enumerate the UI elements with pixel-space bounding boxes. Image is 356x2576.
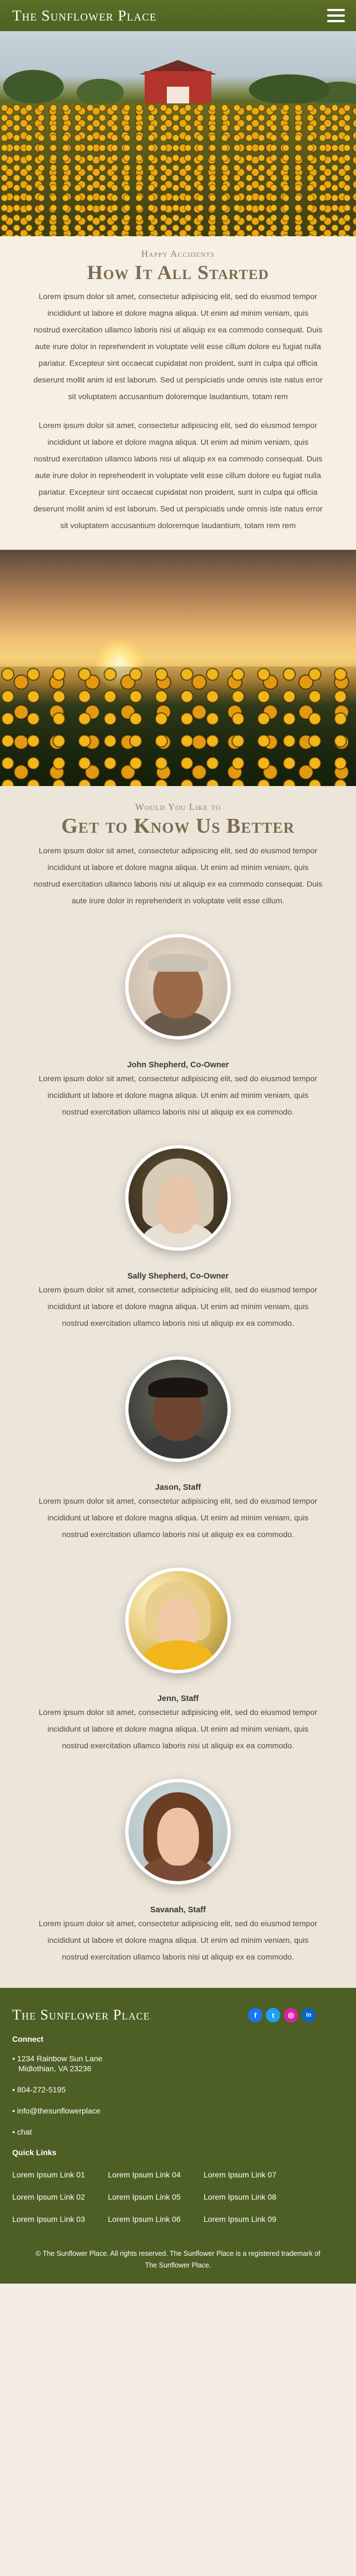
team-section: Would You Like to Get to Know Us Better … — [0, 786, 356, 1988]
quick-link[interactable]: Lorem Ipsum Link 05 — [108, 2192, 204, 2201]
site-header: The Sunflower Place — [0, 0, 356, 31]
origin-story-section: Happy Accidents How It All Started Lorem… — [0, 236, 356, 550]
site-title[interactable]: The Sunflower Place — [12, 7, 157, 24]
member-name: Sally Shepherd, Co-Owner — [127, 1272, 229, 1281]
member-bio: Lorem ipsum dolor sit amet, consectetur … — [38, 1075, 318, 1117]
quick-link[interactable]: Lorem Ipsum Link 07 — [204, 2170, 299, 2179]
story-paragraph: Lorem ipsum dolor sit amet, consectetur … — [33, 421, 323, 530]
contact-list: • 1234 Rainbow Sun Lane Midlothian, VA 23… — [12, 2053, 344, 2137]
team-member: Sally Shepherd, Co-Owner Lorem ipsum dol… — [33, 1145, 323, 1332]
twitter-icon[interactable]: t — [266, 2008, 280, 2022]
quick-link[interactable]: Lorem Ipsum Link 08 — [204, 2192, 299, 2201]
member-bio: Lorem ipsum dolor sit amet, consectetur … — [38, 1708, 318, 1751]
quick-links-heading: Quick Links — [12, 2148, 57, 2157]
hamburger-icon[interactable] — [327, 9, 345, 22]
avatar — [125, 1145, 231, 1251]
member-name: Jason, Staff — [155, 1483, 201, 1492]
member-bio: Lorem ipsum dolor sit amet, consectetur … — [38, 1919, 318, 1962]
section-heading: How It All Started — [87, 261, 269, 284]
quick-link[interactable]: Lorem Ipsum Link 02 — [12, 2192, 108, 2201]
quick-link[interactable]: Lorem Ipsum Link 01 — [12, 2170, 108, 2179]
team-intro: Lorem ipsum dolor sit amet, consectetur … — [33, 847, 323, 906]
linkedin-icon[interactable]: in — [301, 2008, 316, 2022]
facebook-icon[interactable]: f — [248, 2008, 263, 2022]
quick-links: Lorem Ipsum Link 01 Lorem Ipsum Link 04 … — [12, 2170, 344, 2224]
connect-heading: Connect — [12, 2035, 43, 2043]
address: • 1234 Rainbow Sun Lane Midlothian, VA 23… — [12, 2053, 344, 2073]
team-member: John Shepherd, Co-Owner Lorem ipsum dolo… — [33, 934, 323, 1121]
site-footer: The Sunflower Place f t ◎ in Connect • 1… — [0, 1988, 356, 2284]
story-paragraph: Lorem ipsum dolor sit amet, consectetur … — [33, 292, 323, 401]
email: • info@thesunflowerplace — [12, 2106, 101, 2115]
quick-link[interactable]: Lorem Ipsum Link 09 — [204, 2215, 299, 2224]
team-member: Jason, Staff Lorem ipsum dolor sit amet,… — [33, 1356, 323, 1543]
email-link[interactable]: info@thesunflowerplace — [17, 2106, 101, 2115]
footer-logo[interactable]: The Sunflower Place — [12, 2007, 150, 2023]
instagram-icon[interactable]: ◎ — [284, 2008, 298, 2022]
member-name: Savanah, Staff — [150, 1906, 206, 1914]
quick-link[interactable]: Lorem Ipsum Link 04 — [108, 2170, 204, 2179]
sunset-sunflower-image — [0, 550, 356, 786]
quick-link[interactable]: Lorem Ipsum Link 03 — [12, 2215, 108, 2224]
team-member: Jenn, Staff Lorem ipsum dolor sit amet, … — [33, 1568, 323, 1754]
section-eyebrow: Happy Accidents — [141, 248, 215, 259]
social-links: f t ◎ in — [248, 2008, 316, 2022]
phone-link[interactable]: 804-272-5195 — [17, 2085, 66, 2094]
member-name: Jenn, Staff — [157, 1694, 199, 1703]
member-name: John Shepherd, Co-Owner — [127, 1061, 229, 1070]
address-line-1: 1234 Rainbow Sun Lane — [17, 2054, 103, 2063]
chat: • chat — [12, 2127, 32, 2136]
quick-link[interactable]: Lorem Ipsum Link 06 — [108, 2215, 204, 2224]
avatar — [125, 1568, 231, 1673]
team-member: Savanah, Staff Lorem ipsum dolor sit ame… — [33, 1779, 323, 1966]
section-eyebrow: Would You Like to — [135, 802, 221, 812]
hero-image — [0, 31, 356, 236]
phone: • 804-272-5195 — [12, 2085, 66, 2094]
address-line-2: Midlothian, VA 23236 — [18, 2064, 92, 2073]
section-heading: Get to Know Us Better — [61, 814, 295, 838]
avatar — [125, 934, 231, 1040]
avatar — [125, 1779, 231, 1884]
member-bio: Lorem ipsum dolor sit amet, consectetur … — [38, 1286, 318, 1328]
chat-link[interactable]: chat — [17, 2127, 32, 2136]
member-bio: Lorem ipsum dolor sit amet, consectetur … — [38, 1497, 318, 1539]
copyright: © The Sunflower Place. All rights reserv… — [36, 2250, 320, 2269]
avatar — [125, 1356, 231, 1462]
